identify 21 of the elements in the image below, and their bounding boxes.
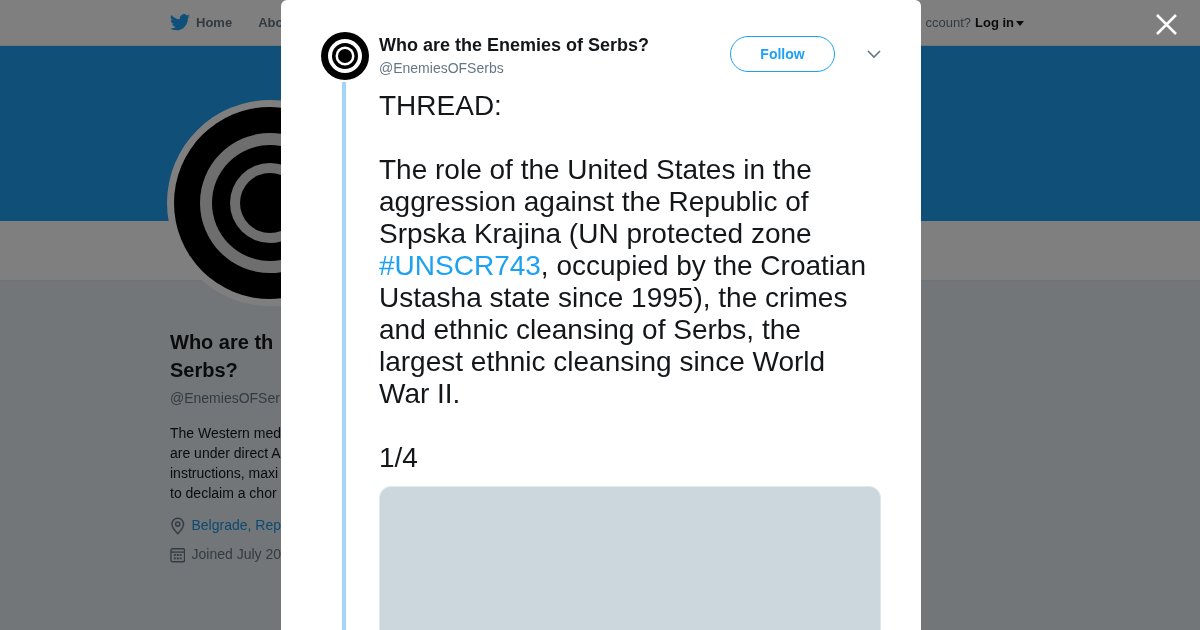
hashtag-link[interactable]: #UNSCR743 [379, 250, 541, 281]
profile-bio: The Western med are under direct A instructions, maxi to declaim a chor [170, 424, 281, 503]
profile-name: Who are th Serbs? [170, 330, 275, 383]
nav-link[interactable]: Home [170, 12, 233, 33]
author-handle: @EnemiesOFSerbs [379, 59, 505, 78]
caret-icon [1016, 20, 1024, 26]
tweet-text: 1/4 [379, 442, 419, 474]
calendar-icon [170, 546, 186, 563]
account-prompt: ccount? [925, 13, 971, 32]
tweet-text: THREAD: [379, 90, 503, 122]
location-pin-icon [170, 516, 186, 535]
author-name: Who are the Enemies of Serbs? [379, 34, 651, 56]
author-avatar[interactable] [321, 32, 369, 80]
profile-handle: @EnemiesOFSer [170, 389, 281, 408]
close-button[interactable] [1154, 12, 1179, 37]
location-link[interactable]: Belgrade, Rep [191, 515, 281, 536]
bird-icon [170, 14, 190, 31]
login-link[interactable]: Log in [975, 12, 1024, 33]
follow-button[interactable]: Follow [730, 36, 835, 72]
tweet-text: The role of the United States in the aggression against the Republic of Srpska Krajina (UN protected zone #UNSCR743, occupied by the Croatian Ustasha state since 1995), the crimes and ethnic cleansing of Serbs, the largest ethnic cleansing since World War II. [379, 154, 868, 410]
join-date: Joined July 20 [191, 545, 281, 564]
